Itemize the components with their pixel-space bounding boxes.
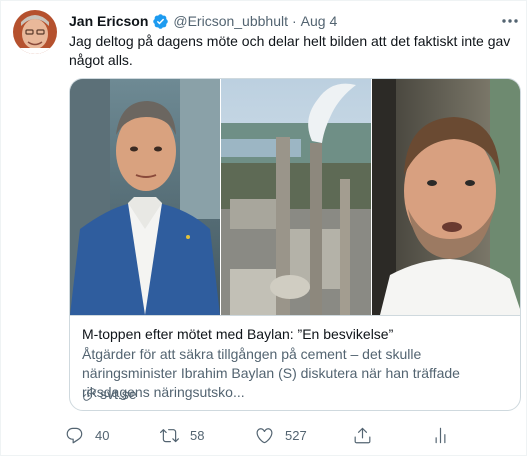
author-name[interactable]: Jan Ericson <box>69 13 148 29</box>
tweet[interactable]: Jan Ericson @Ericson_ubbhult · Aug 4 Jag… <box>0 0 527 456</box>
tweet-actions: 40 58 527 <box>65 425 485 445</box>
profile-photo-icon <box>13 10 57 54</box>
heart-icon <box>256 427 273 443</box>
author-handle[interactable]: @Ericson_ubbhult <box>173 13 288 29</box>
tweet-header: Jan Ericson @Ericson_ubbhult · Aug 4 <box>69 11 509 31</box>
reply-count: 40 <box>95 427 110 443</box>
card-domain-text[interactable]: svt.se <box>100 386 137 402</box>
card-image <box>70 79 520 315</box>
tweet-text: Jag deltog på dagens möte och delar helt… <box>69 33 511 68</box>
retweet-button[interactable]: 58 <box>160 425 204 445</box>
card-title: M-toppen efter mötet med Baylan: ”En bes… <box>82 326 394 342</box>
like-count: 527 <box>285 427 307 443</box>
man-in-blue-suit-photo-icon <box>70 79 220 315</box>
link-card[interactable]: M-toppen efter mötet med Baylan: ”En bes… <box>69 78 521 411</box>
analytics-icon <box>435 427 446 443</box>
retweet-icon <box>160 428 179 442</box>
avatar[interactable] <box>13 10 57 54</box>
bearded-man-photo-icon <box>372 79 520 315</box>
link-icon <box>83 387 96 401</box>
share-icon <box>354 427 371 443</box>
reply-button[interactable]: 40 <box>65 425 109 445</box>
like-button[interactable]: 527 <box>255 425 307 445</box>
tweet-date[interactable]: Aug 4 <box>301 13 338 29</box>
cement-factory-chimney-photo-icon <box>221 79 371 315</box>
retweet-count: 58 <box>190 427 205 443</box>
reply-icon <box>66 427 83 443</box>
more-options-icon[interactable] <box>499 11 521 31</box>
analytics-button[interactable] <box>431 425 450 445</box>
card-divider <box>70 315 520 316</box>
card-domain: svt.se <box>82 385 137 403</box>
separator-dot: · <box>292 13 297 29</box>
verified-badge-icon <box>153 13 169 29</box>
card-description: Åtgärder för att säkra tillgången på cem… <box>82 346 460 400</box>
share-button[interactable] <box>353 425 372 445</box>
